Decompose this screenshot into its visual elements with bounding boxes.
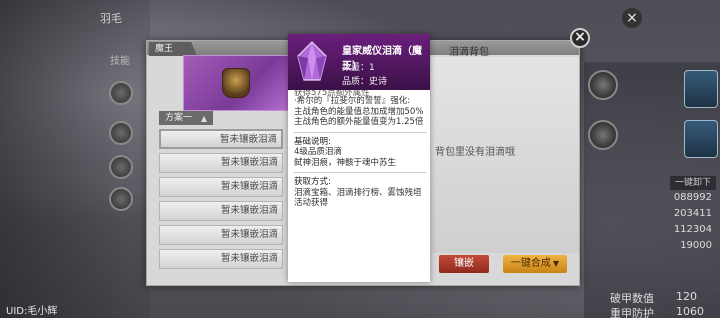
gem-slot[interactable]: 暂未镶嵌泪滴: [159, 201, 283, 221]
basic-line: 4级品质泪滴: [294, 147, 342, 157]
side-menu-icon[interactable]: [109, 155, 133, 179]
effect-section: ·希尔的『拉斐尔的誓誓』强化: 主战角色的能量值总加成增加50% 主战角色的额外…: [294, 96, 426, 128]
unequip-all-button[interactable]: 一键卸下: [670, 176, 716, 190]
side-menu-icon[interactable]: [109, 121, 133, 145]
stat-value: 120: [676, 290, 697, 303]
skill-orb-icon: [588, 70, 618, 100]
hero-tab[interactable]: 魔王: [149, 42, 197, 56]
gem-slot[interactable]: 暂未镶嵌泪滴: [159, 177, 283, 197]
combine-label: 一键合成: [510, 258, 551, 269]
basic-section: 基础说明: 4级品质泪滴 弑神泪痕，神骸于魂中苏生: [294, 137, 426, 169]
right-stat: 112304: [673, 224, 712, 235]
gem-tooltip: 皇家威仪泪滴（魔王） 数量：1 品质：史诗 获得575点额外属性 ·希尔的『拉斐…: [288, 34, 430, 282]
stat-label: 重甲防护: [610, 307, 654, 318]
divider: [294, 172, 426, 173]
side-menu-icon[interactable]: [109, 187, 133, 211]
scene-sub-label: 技能: [110, 56, 130, 67]
tooltip-header: 皇家威仪泪滴（魔王） 数量：1 品质：史诗: [288, 34, 430, 90]
user-id-label: UID:毛小辉: [6, 306, 58, 317]
card-slot-icon[interactable]: [684, 70, 718, 108]
right-stat: 088992: [673, 192, 712, 203]
gem-slot[interactable]: 暂未镶嵌泪滴: [159, 153, 283, 173]
divider: [294, 131, 426, 133]
basic-title: 基础说明:: [294, 136, 331, 147]
triangle-down-icon: ▼: [552, 259, 560, 268]
combine-all-button[interactable]: 一键合成 ▼: [503, 255, 567, 273]
effect-line: 主战角色的能量值总加成增加50%: [294, 106, 424, 117]
stat-label: 破甲数值: [610, 292, 654, 305]
source-line: 泪滴宝箱、泪滴排行榜、雾蚀残垣活动获得: [294, 187, 422, 209]
side-menu-icon[interactable]: [109, 81, 133, 105]
gem-slot-list: 暂未镶嵌泪滴 暂未镶嵌泪滴 暂未镶嵌泪滴 暂未镶嵌泪滴 暂未镶嵌泪滴 暂未镶嵌泪…: [159, 129, 283, 273]
scene-tab-label: 羽毛: [100, 12, 122, 25]
scene-close-icon[interactable]: ×: [622, 8, 642, 28]
plan-dropdown[interactable]: 方案一 ▲: [159, 111, 213, 125]
tooltip-body: 获得575点额外属性 ·希尔的『拉斐尔的誓誓』强化: 主战角色的能量值总加成增加…: [294, 90, 426, 213]
gem-quantity: 数量：1: [342, 63, 375, 73]
skill-orb-icon: [588, 120, 618, 150]
gem-slot[interactable]: 暂未镶嵌泪滴: [159, 129, 283, 149]
inlay-button[interactable]: 镶嵌: [439, 255, 489, 273]
close-icon[interactable]: ×: [570, 28, 590, 48]
gem-quality: 品质：史诗: [342, 77, 388, 87]
gem-slot[interactable]: 暂未镶嵌泪滴: [159, 225, 283, 245]
purple-gem-icon: [297, 41, 327, 81]
basic-line: 弑神泪痕，神骸于魂中苏生: [294, 157, 397, 168]
right-stat: 19000: [680, 240, 712, 251]
effect-line: 主战角色的额外能量值变为1.25倍: [294, 117, 424, 127]
plan-label: 方案一: [165, 113, 193, 123]
source-section: 获取方式: 泪滴宝箱、泪滴排行榜、雾蚀残垣活动获得: [294, 177, 426, 209]
empty-bag-text: 背包里没有泪滴哦: [435, 147, 515, 158]
card-slot-icon[interactable]: [684, 120, 718, 158]
armor-icon: [222, 68, 250, 98]
triangle-up-icon: ▲: [200, 114, 207, 123]
stat-value: 1060: [676, 305, 704, 318]
gem-bag-title: 泪滴背包: [449, 47, 489, 58]
gem-slot[interactable]: 暂未镶嵌泪滴: [159, 249, 283, 269]
source-title: 获取方式:: [294, 177, 331, 187]
right-stat: 203411: [673, 208, 712, 219]
effect-line: ·希尔的『拉斐尔的誓誓』强化:: [294, 96, 411, 106]
hero-portrait: [183, 55, 289, 111]
